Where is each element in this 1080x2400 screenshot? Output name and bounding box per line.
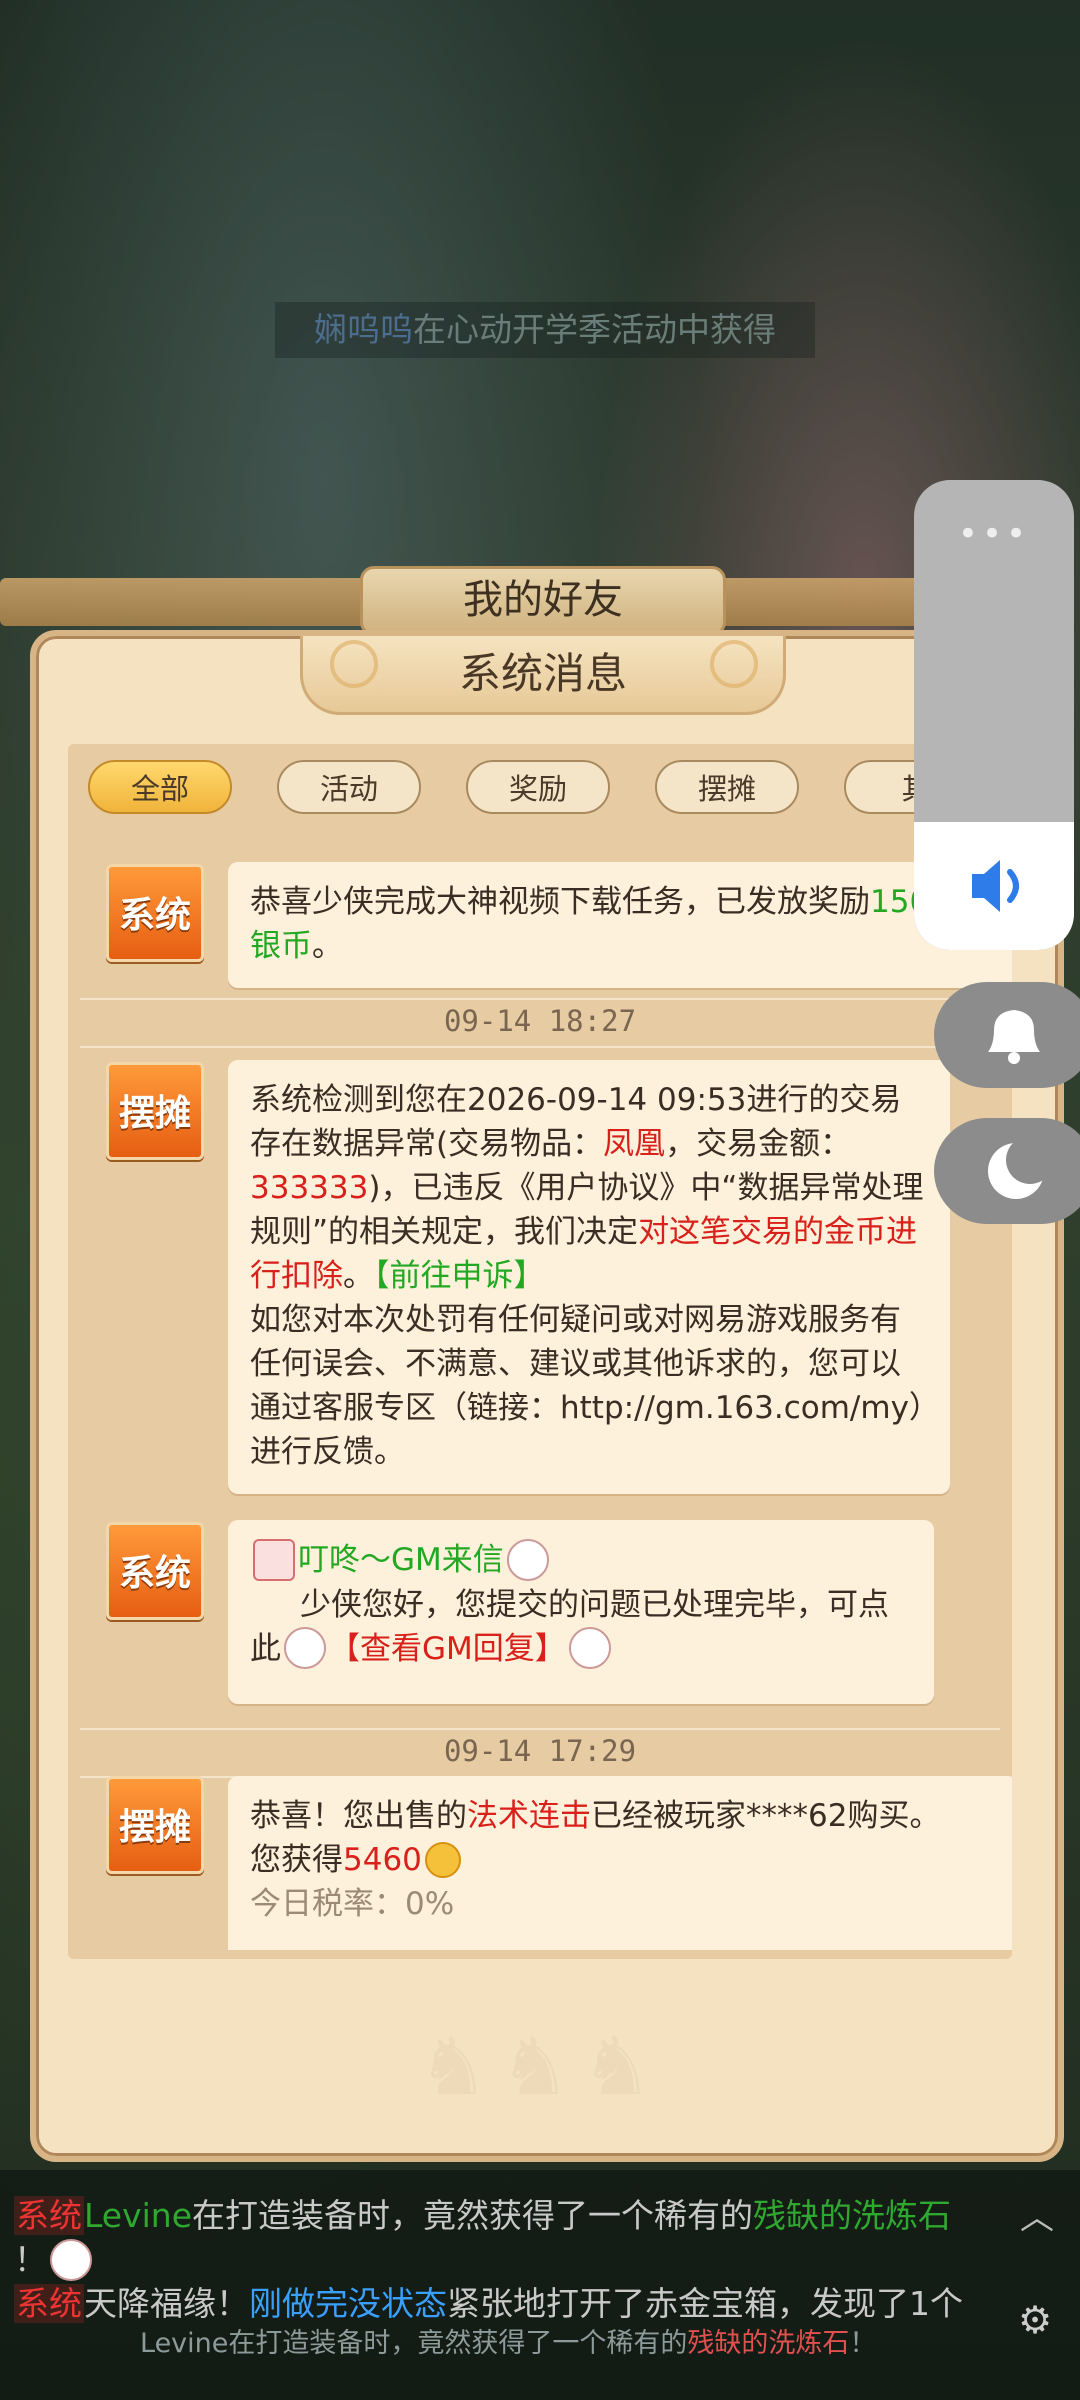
speaker-icon: [972, 860, 1019, 912]
chat-text: 紧张地打开了赤金宝箱，发现了1个: [447, 2284, 963, 2323]
message-text: 。: [343, 1258, 374, 1294]
view-gm-reply-link[interactable]: 【查看GM回复】: [329, 1631, 566, 1667]
chevron-up-icon[interactable]: ︿: [1020, 2190, 1054, 2239]
trade-item: 凤凰: [603, 1126, 666, 1162]
filter-tabs: 全部 活动 奖励 摆摊 其: [88, 760, 968, 816]
chat-line: ！: [14, 2236, 95, 2284]
message-text: 已经被玩家****62购买。: [591, 1798, 941, 1834]
message-bubble: 恭喜！您出售的法术连击已经被玩家****62购买。 您获得5460 今日税率：0…: [228, 1776, 1012, 1950]
moon-icon: [988, 1136, 1054, 1199]
message-bubble: 系统检测到您在2026-09-14 09:53进行的交易存在数据异常(交易物品：…: [228, 1060, 950, 1494]
cat-emoji-icon: [284, 1627, 326, 1669]
more-dots-icon[interactable]: •••: [914, 514, 1074, 554]
broadcast-text: 在心动开学季活动中获得: [413, 310, 776, 349]
message-list[interactable]: 系统 恭喜少侠完成大神视频下载任务，已发放奖励150000银币。 09-14 1…: [68, 836, 1012, 1950]
ghost-emoji-icon: [50, 2238, 92, 2281]
player-name[interactable]: Levine: [140, 2328, 228, 2359]
sold-item: 法术连击: [467, 1798, 591, 1834]
gold-coin-icon: [424, 1841, 461, 1878]
tab-reward[interactable]: 奖励: [466, 760, 610, 814]
volume-button[interactable]: [914, 822, 1074, 950]
message-bubble: 叮咚～GM来信 少侠您好，您提交的问题已处理完毕，可点此 【查看GM回复】: [228, 1520, 934, 1704]
cloud-ornament-left-icon: [330, 640, 378, 688]
system-tag: 系统: [14, 2196, 84, 2235]
item-link[interactable]: 残缺的洗炼石: [753, 2196, 951, 2235]
broadcast-banner: 娴呜呜在心动开学季活动中获得: [275, 302, 815, 358]
floating-toolbar: •••: [914, 480, 1074, 950]
player-name[interactable]: 刚做完没状态: [249, 2284, 447, 2323]
tab-stall[interactable]: 摆摊: [655, 760, 799, 814]
night-mode-button[interactable]: [934, 1118, 1080, 1224]
system-badge-icon: 系统: [106, 1522, 204, 1620]
message-text: 恭喜少侠完成大神视频下载任务，已发放奖励: [250, 884, 870, 920]
chat-text: 天降福缘！: [84, 2284, 249, 2323]
message-text: 恭喜！您出售的: [250, 1798, 467, 1834]
item-link[interactable]: 残缺的洗炼石: [687, 2328, 849, 2359]
chat-line: Levine在打造装备时，竟然获得了一个稀有的残缺的洗炼石！: [140, 2320, 876, 2368]
player-name[interactable]: Levine: [84, 2196, 192, 2235]
chat-text: 在打造装备时，竟然获得了一个稀有的: [228, 2328, 688, 2359]
message-text: 您获得: [250, 1842, 343, 1878]
divider: [80, 998, 1000, 1000]
stall-badge-icon: 摆摊: [106, 1776, 204, 1874]
cloud-ornament-right-icon: [710, 640, 758, 688]
horse-caravan-decoration-icon: ♞♞♞: [417, 2020, 663, 2113]
divider: [80, 1046, 1000, 1048]
broadcast-player: 娴呜呜: [314, 310, 413, 349]
gm-mail-heading: 叮咚～GM来信: [298, 1542, 504, 1578]
timestamp: 09-14 18:27: [443, 1004, 637, 1038]
earned-amount: 5460: [343, 1842, 422, 1878]
tab-activity[interactable]: 活动: [277, 760, 421, 814]
system-tag: 系统: [14, 2284, 84, 2323]
message-text-end: 。: [312, 928, 343, 964]
friends-panel-title[interactable]: 我的好友: [360, 566, 726, 636]
tax-rate: 今日税率：0%: [250, 1886, 455, 1922]
system-badge-icon: 系统: [106, 864, 204, 962]
stall-badge-icon: 摆摊: [106, 1062, 204, 1160]
message-bubble: 恭喜少侠完成大神视频下载任务，已发放奖励150000银币。: [228, 862, 1012, 988]
timestamp: 09-14 17:29: [443, 1734, 637, 1768]
notification-button[interactable]: [934, 982, 1080, 1088]
message-text: 如您对本次处罚有任何疑问或对网易游戏服务有任何误会、不满意、建议或其他诉求的，您…: [250, 1302, 925, 1470]
chat-text: ！: [14, 2240, 47, 2279]
chat-text: ！: [849, 2328, 877, 2359]
ghost-emoji-icon: [506, 1538, 549, 1581]
ghost-emoji-icon: [568, 1627, 611, 1669]
tab-all[interactable]: 全部: [88, 760, 232, 814]
chat-text: 在打造装备时，竟然获得了一个稀有的: [192, 2196, 754, 2235]
divider: [80, 1728, 1000, 1730]
chat-line: 系统Levine在打造装备时，竟然获得了一个稀有的残缺的洗炼石: [14, 2192, 951, 2240]
gear-icon[interactable]: ⚙: [1018, 2298, 1052, 2342]
mail-icon: [253, 1538, 295, 1581]
bell-icon: [988, 1010, 1040, 1064]
chat-ticker[interactable]: 系统Levine在打造装备时，竟然获得了一个稀有的残缺的洗炼石 ！ 系统天降福缘…: [0, 2170, 1080, 2400]
appeal-link[interactable]: 【前往申诉】: [374, 1258, 545, 1294]
message-text: ，交易金额：: [665, 1126, 852, 1162]
trade-amount: 333333: [250, 1170, 369, 1206]
